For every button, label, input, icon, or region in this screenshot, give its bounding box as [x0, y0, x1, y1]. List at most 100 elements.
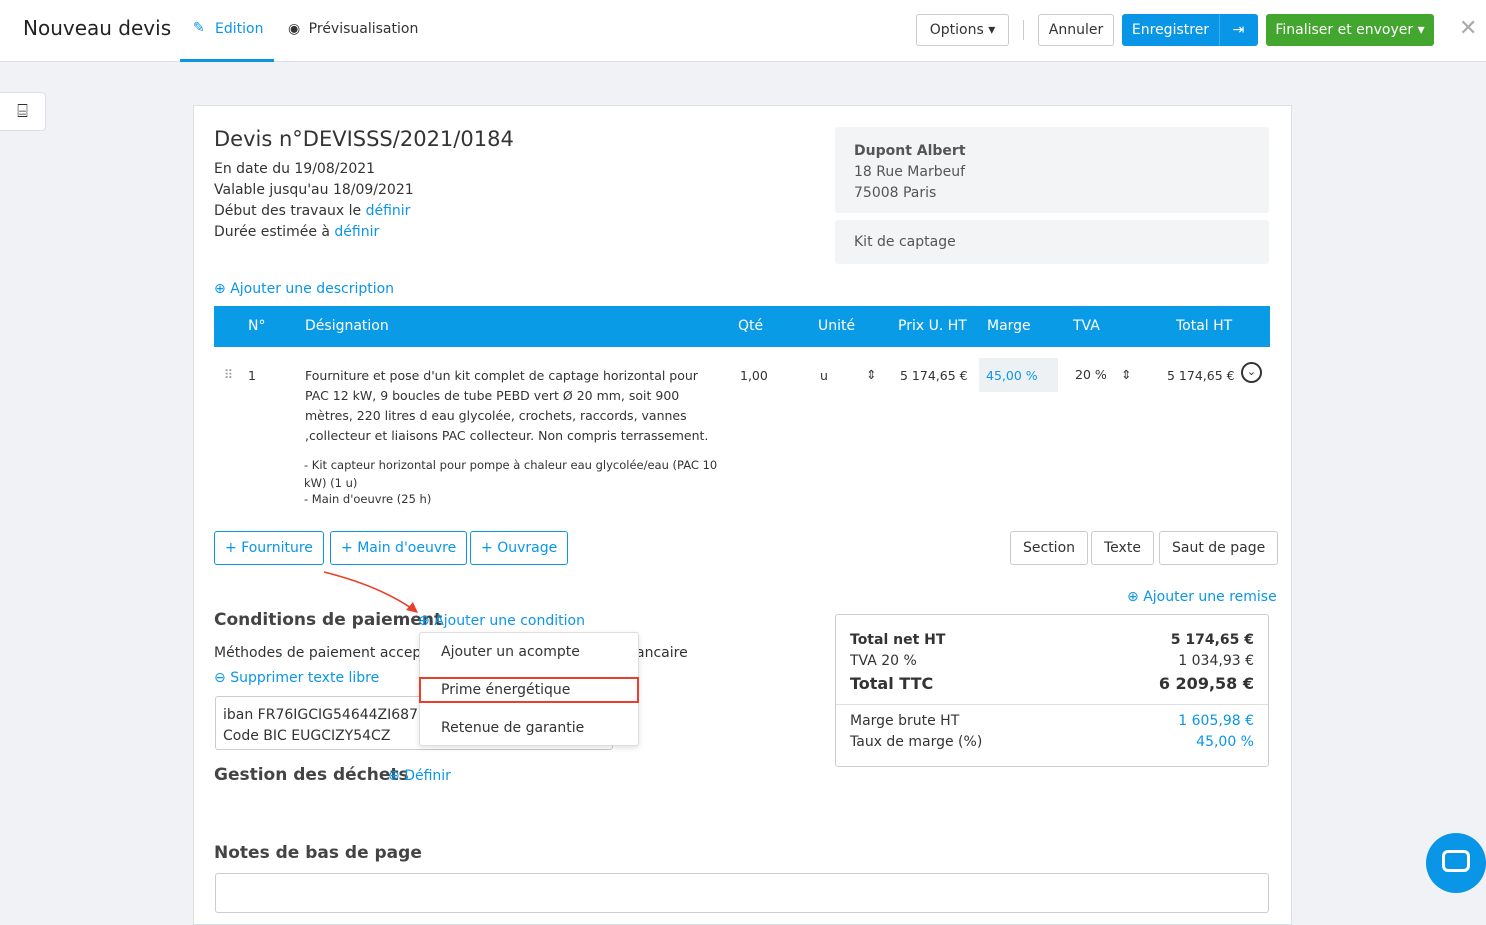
- save-exit-button[interactable]: ⇥: [1219, 14, 1258, 46]
- drag-handle-icon[interactable]: ⠿: [224, 367, 233, 382]
- net-value: 5 174,65 €: [1170, 632, 1254, 648]
- col-margin: Marge: [987, 318, 1031, 334]
- tva-label: TVA 20 %: [850, 653, 917, 669]
- waste-title: Gestion des déchets: [214, 765, 409, 785]
- chevron-down-circle-icon[interactable]: ⌄: [1241, 362, 1262, 383]
- pencil-icon: ✎: [193, 20, 205, 36]
- totals-box: Total net HT 5 174,65 € TVA 20 % 1 034,9…: [835, 614, 1269, 767]
- sort-arrows-icon[interactable]: ⇕: [1121, 367, 1131, 382]
- row-designation[interactable]: Fourniture et pose d'un kit complet de c…: [305, 366, 720, 446]
- add-supply-button[interactable]: + Fourniture: [214, 531, 324, 565]
- quote-date: En date du 19/08/2021: [214, 161, 376, 177]
- client-city: 75008 Paris: [854, 185, 937, 201]
- add-labor-button[interactable]: + Main d'oeuvre: [330, 531, 468, 565]
- options-label: Options: [929, 22, 984, 38]
- add-labor-label: Main d'oeuvre: [357, 540, 457, 556]
- duration-define-link[interactable]: définir: [334, 224, 379, 240]
- text-button[interactable]: Texte: [1091, 531, 1154, 565]
- client-name: Dupont Albert: [854, 143, 966, 159]
- sort-arrows-icon[interactable]: ⇕: [866, 367, 876, 382]
- remove-free-text-link[interactable]: ⊖ Supprimer texte libre: [214, 670, 379, 686]
- chat-icon: [1442, 850, 1470, 872]
- annotation-arrow: [323, 571, 418, 613]
- payment-methods-tail: ancaire: [636, 645, 688, 661]
- save-button[interactable]: Enregistrer: [1122, 14, 1219, 46]
- waste-define-link[interactable]: ⊕ Définir: [388, 768, 451, 784]
- condition-dropdown-menu: Ajouter un acompte Prime énergétique Ret…: [419, 632, 639, 746]
- row-detail: - Main d'oeuvre (25 h): [304, 492, 432, 506]
- tab-label: Prévisualisation: [308, 21, 419, 37]
- quote-validity: Valable jusqu'au 18/09/2021: [214, 182, 414, 198]
- divider: [836, 704, 1268, 705]
- waste-define-label: Définir: [404, 768, 451, 784]
- divider: [1023, 20, 1024, 40]
- col-n: N°: [248, 318, 266, 334]
- net-label: Total net HT: [850, 632, 946, 648]
- add-condition-label: Ajouter une condition: [434, 613, 585, 629]
- catalog-box-icon[interactable]: ⌸: [0, 92, 46, 131]
- row-detail: - Kit capteur horizontal pour pompe à ch…: [304, 458, 718, 490]
- payment-methods: Méthodes de paiement accepté: [214, 645, 436, 661]
- options-button[interactable]: Options ▾: [916, 14, 1009, 46]
- row-number: 1: [248, 368, 256, 383]
- start-label: Début des travaux le: [214, 203, 362, 219]
- quote-title: Devis n°DEVISSS/2021/0184: [214, 127, 514, 151]
- menu-item-retention[interactable]: Retenue de garantie: [420, 715, 638, 741]
- ttc-label: Total TTC: [850, 674, 934, 693]
- finalize-label: Finaliser et envoyer: [1275, 22, 1414, 38]
- client-address[interactable]: Dupont Albert 18 Rue Marbeuf 75008 Paris: [835, 127, 1269, 213]
- add-work-label: Ouvrage: [497, 540, 558, 556]
- col-designation: Désignation: [305, 318, 389, 334]
- exit-icon: ⇥: [1232, 22, 1245, 38]
- rate-value[interactable]: 45,00 %: [1196, 734, 1254, 750]
- row-total: 5 174,65 €: [1167, 368, 1235, 383]
- finalize-send-button[interactable]: Finaliser et envoyer ▾: [1266, 14, 1434, 46]
- row-margin[interactable]: 45,00 %: [979, 358, 1058, 392]
- tab-preview[interactable]: ◉ Prévisualisation: [288, 21, 418, 37]
- top-bar: Nouveau devis ✎ Edition ◉ Prévisualisati…: [0, 0, 1486, 62]
- add-condition-link[interactable]: ⊕ Ajouter une condition: [418, 613, 585, 629]
- row-tva[interactable]: 20 %: [1075, 367, 1107, 382]
- tab-edition[interactable]: ✎ Edition: [180, 0, 274, 62]
- footer-notes-input[interactable]: [215, 873, 1269, 913]
- add-discount-link[interactable]: ⊕ Ajouter une remise: [1127, 589, 1277, 605]
- duration-label: Durée estimée à: [214, 224, 330, 240]
- start-define-link[interactable]: définir: [366, 203, 411, 219]
- remove-free-text-label: Supprimer texte libre: [230, 670, 380, 686]
- footer-notes-title: Notes de bas de page: [214, 843, 422, 863]
- add-discount-label: Ajouter une remise: [1143, 589, 1277, 605]
- section-button[interactable]: Section: [1010, 531, 1089, 565]
- quote-subject[interactable]: Kit de captage: [835, 220, 1269, 264]
- add-description-label: Ajouter une description: [230, 281, 395, 297]
- quote-info: En date du 19/08/2021 Valable jusqu'au 1…: [214, 159, 414, 243]
- ttc-value: 6 209,58 €: [1158, 674, 1254, 693]
- tab-label: Edition: [215, 21, 264, 37]
- payment-title: Conditions de paiement: [214, 610, 443, 630]
- tva-value: 1 034,93 €: [1178, 653, 1254, 669]
- page-break-button[interactable]: Saut de page: [1159, 531, 1279, 565]
- col-unit: Unité: [818, 318, 856, 334]
- eye-icon: ◉: [288, 21, 301, 37]
- col-qty: Qté: [738, 318, 764, 334]
- col-price: Prix U. HT: [898, 318, 967, 334]
- plus-circle-icon: ⊕: [214, 281, 226, 297]
- page-title: Nouveau devis: [23, 16, 172, 40]
- client-street: 18 Rue Marbeuf: [854, 164, 966, 180]
- menu-item-deposit[interactable]: Ajouter un acompte: [420, 639, 638, 665]
- row-qty[interactable]: 1,00: [740, 368, 768, 383]
- row-unit[interactable]: u: [820, 368, 828, 383]
- menu-item-energy-bonus[interactable]: Prime énergétique: [419, 677, 639, 703]
- cancel-button[interactable]: Annuler: [1038, 14, 1114, 46]
- row-price[interactable]: 5 174,65 €: [900, 368, 968, 383]
- add-description-link[interactable]: ⊕ Ajouter une description: [214, 281, 394, 297]
- margin-value[interactable]: 1 605,98 €: [1178, 713, 1254, 729]
- margin-label: Marge brute HT: [850, 713, 960, 729]
- add-supply-label: Fourniture: [241, 540, 313, 556]
- close-icon[interactable]: ✕: [1459, 16, 1477, 41]
- col-total: Total HT: [1176, 318, 1233, 334]
- chat-button[interactable]: [1426, 833, 1486, 893]
- add-work-button[interactable]: + Ouvrage: [470, 531, 569, 565]
- table-header: N° Désignation Qté Unité Prix U. HT Marg…: [214, 306, 1270, 347]
- col-tva: TVA: [1073, 318, 1100, 334]
- rate-label: Taux de marge (%): [850, 734, 983, 750]
